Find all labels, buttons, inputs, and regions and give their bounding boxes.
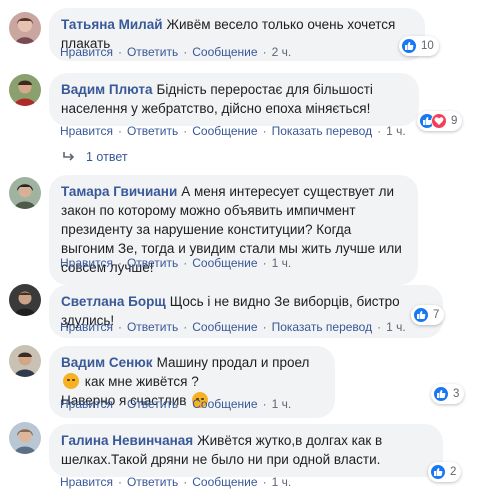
reply-arrow-icon <box>63 152 75 161</box>
author-name[interactable]: Татьяна Милай <box>61 17 163 32</box>
show-translation-link[interactable]: Показать перевод <box>272 320 373 334</box>
like-reaction-icon <box>401 38 417 54</box>
comment-actions: Нравится · Ответить · Сообщение · 1 ч. <box>60 475 292 489</box>
reactions-count: 2 <box>450 466 457 478</box>
comment-text-part: Машину продал и проел <box>156 355 310 370</box>
love-reaction-icon <box>431 113 447 129</box>
like-link[interactable]: Нравится <box>60 45 113 59</box>
reply-link[interactable]: Ответить <box>127 256 178 270</box>
like-link[interactable]: Нравится <box>60 320 113 334</box>
reactions-count: 9 <box>451 115 458 127</box>
author-name[interactable]: Тамара Гвичиани <box>61 184 177 199</box>
avatar[interactable] <box>9 345 41 377</box>
like-reaction-icon <box>430 464 446 480</box>
sad-face-emoji-icon <box>63 373 79 389</box>
author-name[interactable]: Галина Невинчаная <box>61 433 193 448</box>
replies-count: 1 ответ <box>86 150 128 164</box>
like-link[interactable]: Нравится <box>60 124 113 138</box>
avatar[interactable] <box>9 74 41 106</box>
like-link[interactable]: Нравится <box>60 256 113 270</box>
timestamp[interactable]: 1 ч. <box>272 475 292 489</box>
message-link[interactable]: Сообщение <box>192 45 257 59</box>
timestamp[interactable]: 1 ч. <box>386 320 406 334</box>
message-link[interactable]: Сообщение <box>192 397 257 411</box>
reactions-badge[interactable]: 10 <box>399 36 439 56</box>
like-reaction-icon <box>433 386 449 402</box>
message-link[interactable]: Сообщение <box>192 320 257 334</box>
message-link[interactable]: Сообщение <box>192 124 257 138</box>
comment-actions: Нравится · Ответить · Сообщение · 1 ч. <box>60 397 292 411</box>
view-replies-link[interactable]: 1 ответ <box>62 150 128 164</box>
author-name[interactable]: Вадим Плюта <box>61 82 152 97</box>
comment-actions: Нравится · Ответить · Сообщение · Показать пер… <box>60 320 406 334</box>
author-name[interactable]: Вадим Сенюк <box>61 355 153 370</box>
timestamp[interactable]: 2 ч. <box>272 45 292 59</box>
reactions-count: 10 <box>421 40 434 52</box>
comment-actions: Нравится · Ответить · Сообщение · 2 ч. <box>60 45 292 59</box>
reply-link[interactable]: Ответить <box>127 320 178 334</box>
reply-link[interactable]: Ответить <box>127 124 178 138</box>
timestamp[interactable]: 1 ч. <box>272 256 292 270</box>
reply-link[interactable]: Ответить <box>127 475 178 489</box>
reactions-badge[interactable]: 3 <box>431 384 465 404</box>
comment-bubble: Вадим Плюта Бідність переростає для більш… <box>49 73 419 126</box>
reactions-badge[interactable]: 2 <box>428 462 462 482</box>
like-link[interactable]: Нравится <box>60 397 113 411</box>
reply-link[interactable]: Ответить <box>127 45 178 59</box>
author-name[interactable]: Светлана Борщ <box>61 294 166 309</box>
avatar[interactable] <box>9 284 41 316</box>
comment-actions: Нравится · Ответить · Сообщение · 1 ч. <box>60 256 292 270</box>
reactions-count: 7 <box>433 309 440 321</box>
like-link[interactable]: Нравится <box>60 475 113 489</box>
avatar[interactable] <box>9 12 41 44</box>
like-reaction-icon <box>413 307 429 323</box>
reply-link[interactable]: Ответить <box>127 397 178 411</box>
comment-actions: Нравится · Ответить · Сообщение · Показать пер… <box>60 124 406 138</box>
avatar[interactable] <box>9 177 41 209</box>
reactions-count: 3 <box>453 388 460 400</box>
reactions-badge[interactable]: 9 <box>417 111 463 131</box>
comment-text-part: как мне живётся ? <box>84 374 199 389</box>
show-translation-link[interactable]: Показать перевод <box>272 124 373 138</box>
timestamp[interactable]: 1 ч. <box>386 124 406 138</box>
message-link[interactable]: Сообщение <box>192 256 257 270</box>
timestamp[interactable]: 1 ч. <box>272 397 292 411</box>
reactions-badge[interactable]: 7 <box>411 305 445 325</box>
comment-bubble: Галина Невинчаная Живётся жутко,в долгах … <box>49 424 443 477</box>
avatar[interactable] <box>9 422 41 454</box>
message-link[interactable]: Сообщение <box>192 475 257 489</box>
